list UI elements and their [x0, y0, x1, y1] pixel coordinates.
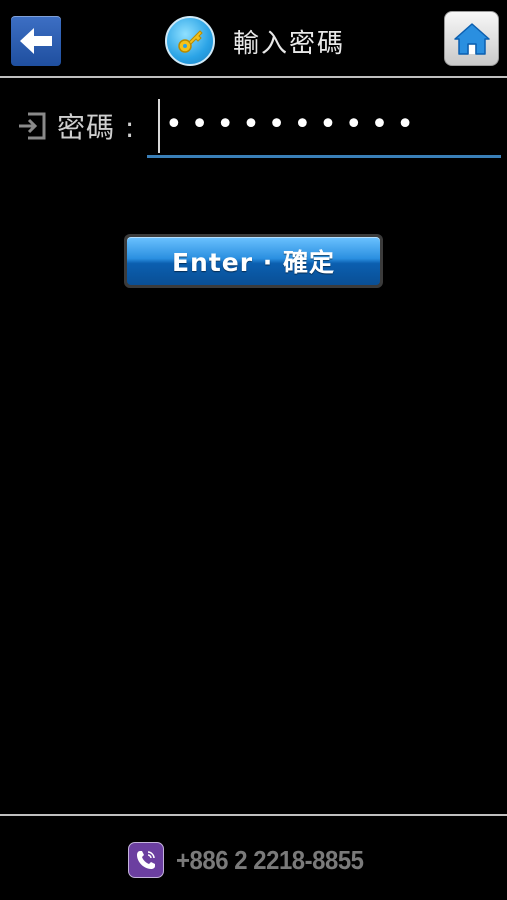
- back-button[interactable]: [11, 16, 61, 66]
- login-icon: [19, 112, 46, 140]
- phone-number: +886 2 2218-8855: [175, 844, 364, 875]
- key-icon: [165, 16, 215, 66]
- arrow-left-icon: [20, 28, 52, 54]
- home-button[interactable]: [444, 11, 499, 66]
- header-bar: 輸入密碼: [0, 0, 507, 78]
- home-icon: [453, 22, 490, 55]
- footer-divider: [0, 814, 507, 816]
- input-underline: [147, 155, 501, 158]
- enter-button-label: Enter · 確定: [127, 237, 380, 285]
- header-divider: [0, 76, 507, 78]
- text-cursor: [158, 99, 160, 153]
- password-row: 密碼 : ••••••••••: [0, 96, 507, 162]
- viber-icon: [127, 842, 164, 878]
- password-label: 密碼 :: [57, 111, 136, 144]
- password-screen: 輸入密碼 密碼 : •••••••••• Enter · 確定 +886 2 2…: [0, 0, 507, 900]
- page-title: 輸入密碼: [233, 28, 346, 59]
- footer-contact[interactable]: +886 2 2218-8855: [0, 840, 507, 880]
- password-value: ••••••••••: [165, 107, 422, 142]
- title-group: 輸入密碼: [165, 15, 345, 67]
- enter-button[interactable]: Enter · 確定: [124, 234, 383, 288]
- password-input[interactable]: ••••••••••: [147, 96, 501, 158]
